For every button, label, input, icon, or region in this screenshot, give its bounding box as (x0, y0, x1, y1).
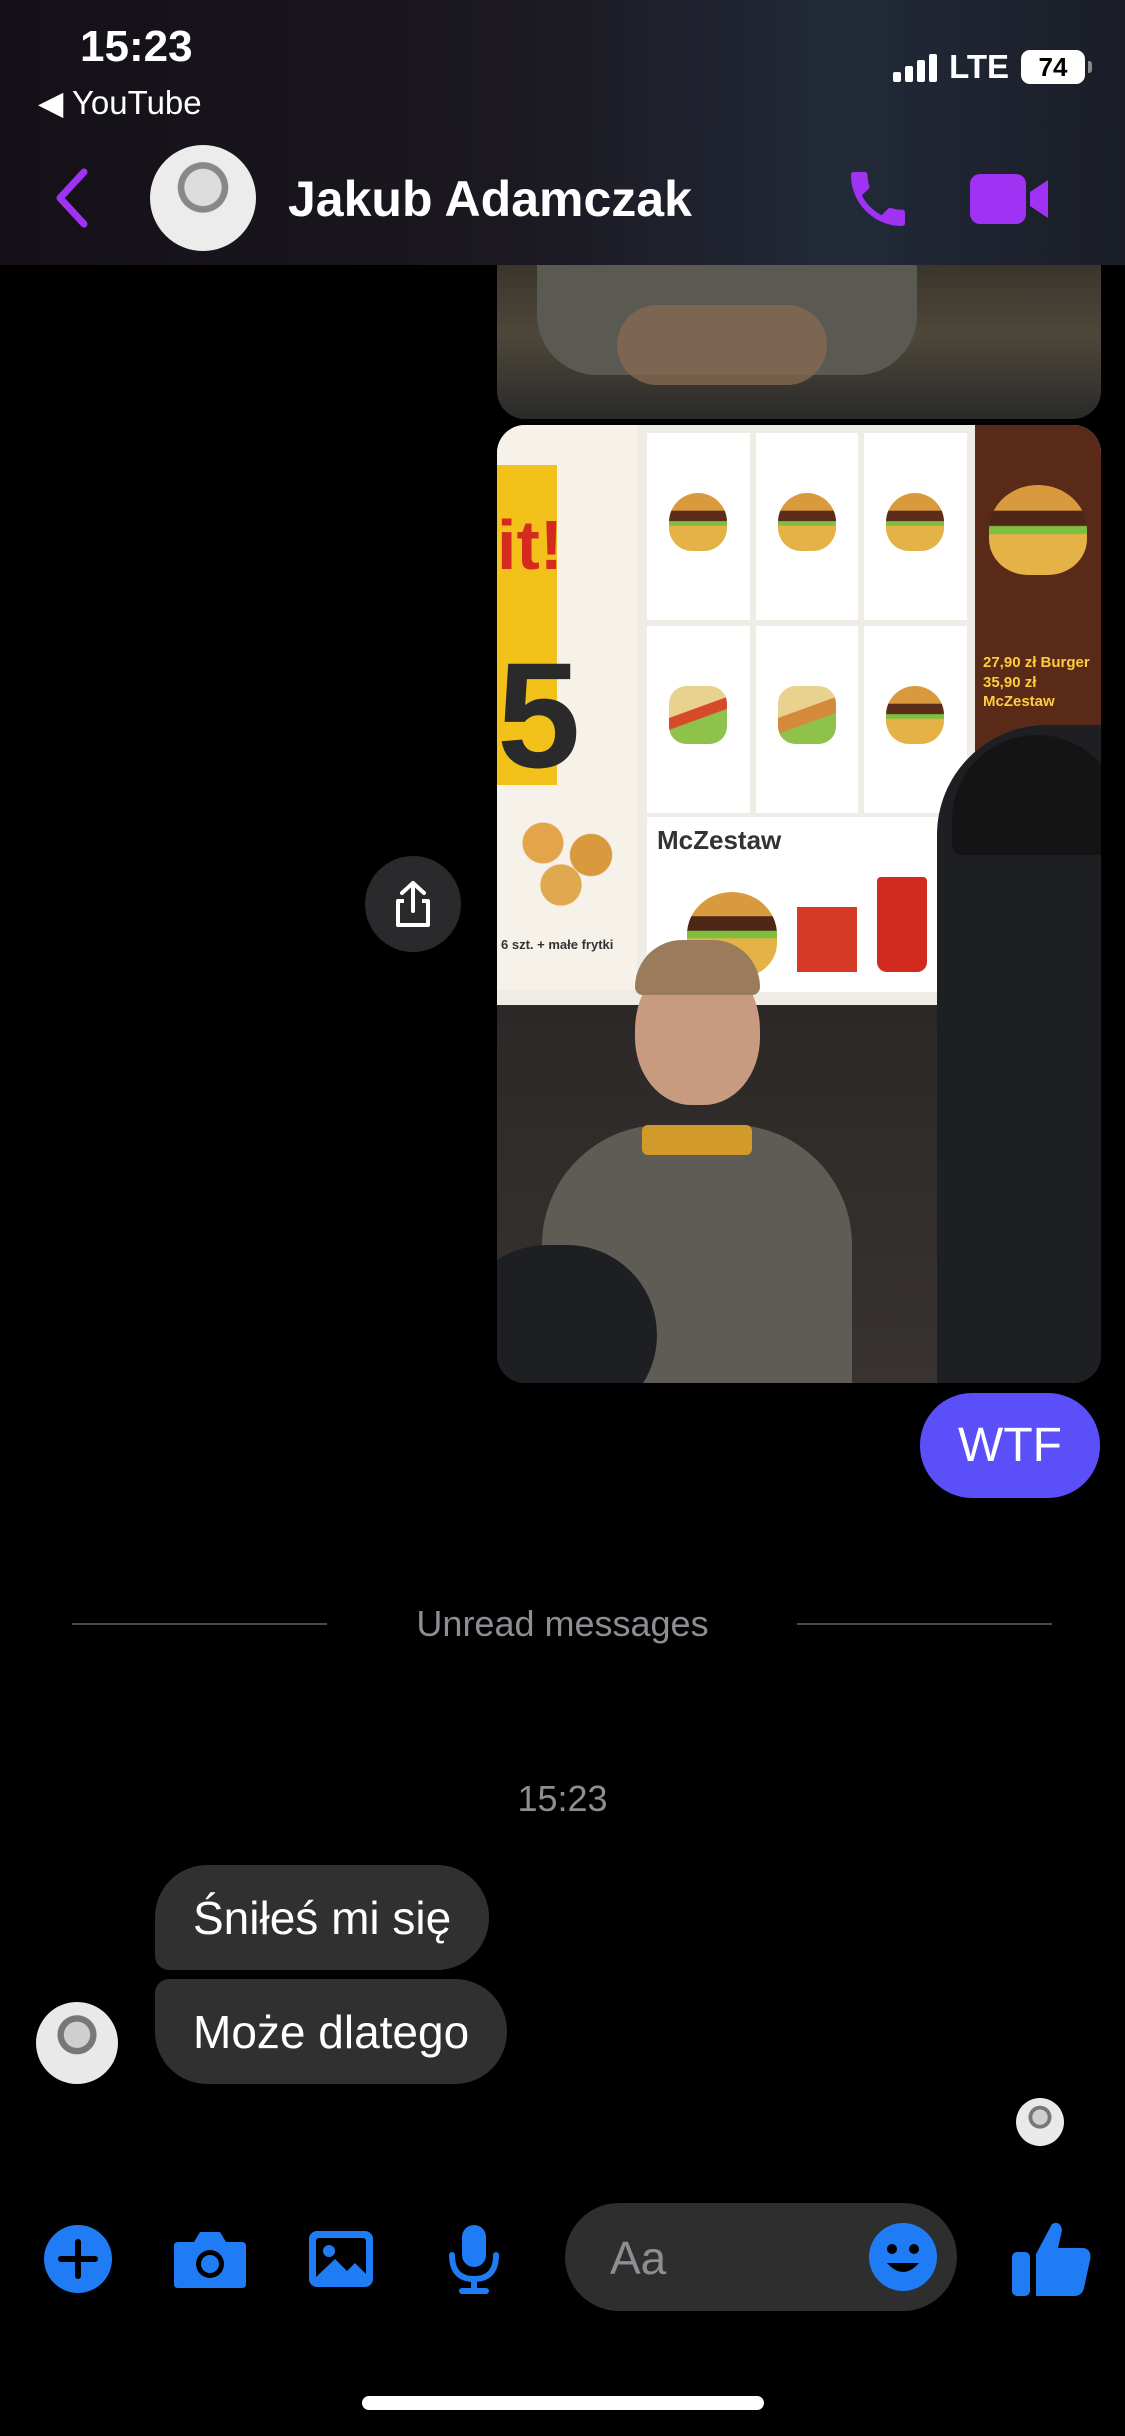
phone-icon[interactable] (842, 163, 914, 235)
battery-icon: 74 (1021, 50, 1092, 84)
sent-photo-partial[interactable] (497, 265, 1101, 419)
seen-receipt-avatar (1016, 2098, 1064, 2146)
status-indicators: LTE 74 (893, 48, 1092, 86)
share-icon (396, 881, 430, 927)
signal-icon (893, 52, 938, 82)
plus-icon[interactable] (38, 2219, 118, 2299)
message-input[interactable]: Aa (565, 2203, 957, 2311)
back-to-app-link[interactable]: ◀ YouTube (38, 83, 202, 122)
sent-photo[interactable]: it! 5 6 szt. + małe frytki McZestaw 27,9… (497, 425, 1101, 1383)
home-indicator[interactable] (362, 2396, 764, 2410)
emoji-icon[interactable] (867, 2221, 939, 2293)
contact-avatar[interactable] (150, 145, 256, 251)
contact-name[interactable]: Jakub Adamczak (288, 170, 692, 228)
divider (797, 1623, 1052, 1625)
sender-avatar[interactable] (36, 2002, 118, 2084)
promo-line-1: 27,90 zł Burger (983, 654, 1090, 671)
message-input-placeholder: Aa (610, 2232, 667, 2284)
camera-icon[interactable] (170, 2219, 250, 2299)
received-message[interactable]: Śniłeś mi się (155, 1865, 490, 1970)
share-button[interactable] (365, 856, 461, 952)
video-camera-icon[interactable] (968, 168, 1050, 230)
promo-line-2: 35,90 zł McZestaw (983, 673, 1055, 711)
menu-big-text: it! (497, 506, 564, 584)
thumbs-up-icon[interactable] (1008, 2214, 1096, 2302)
back-chevron-icon[interactable] (52, 168, 92, 228)
gallery-icon[interactable] (301, 2219, 381, 2299)
menu-price-text: 5 (497, 631, 581, 799)
mczestaw-label: McZestaw (657, 825, 782, 855)
network-label: LTE (949, 48, 1009, 85)
menu-caption: 6 szt. + małe frytki (501, 937, 614, 952)
microphone-icon[interactable] (434, 2219, 514, 2299)
message-timestamp: 15:23 (517, 1778, 608, 1819)
chat-header: 15:23 ◀ YouTube LTE 74 Jakub Adamczak (0, 0, 1125, 265)
received-message[interactable]: Może dlatego (155, 1979, 508, 2084)
status-time: 15:23 (80, 22, 193, 71)
sent-message[interactable]: WTF (920, 1393, 1100, 1498)
